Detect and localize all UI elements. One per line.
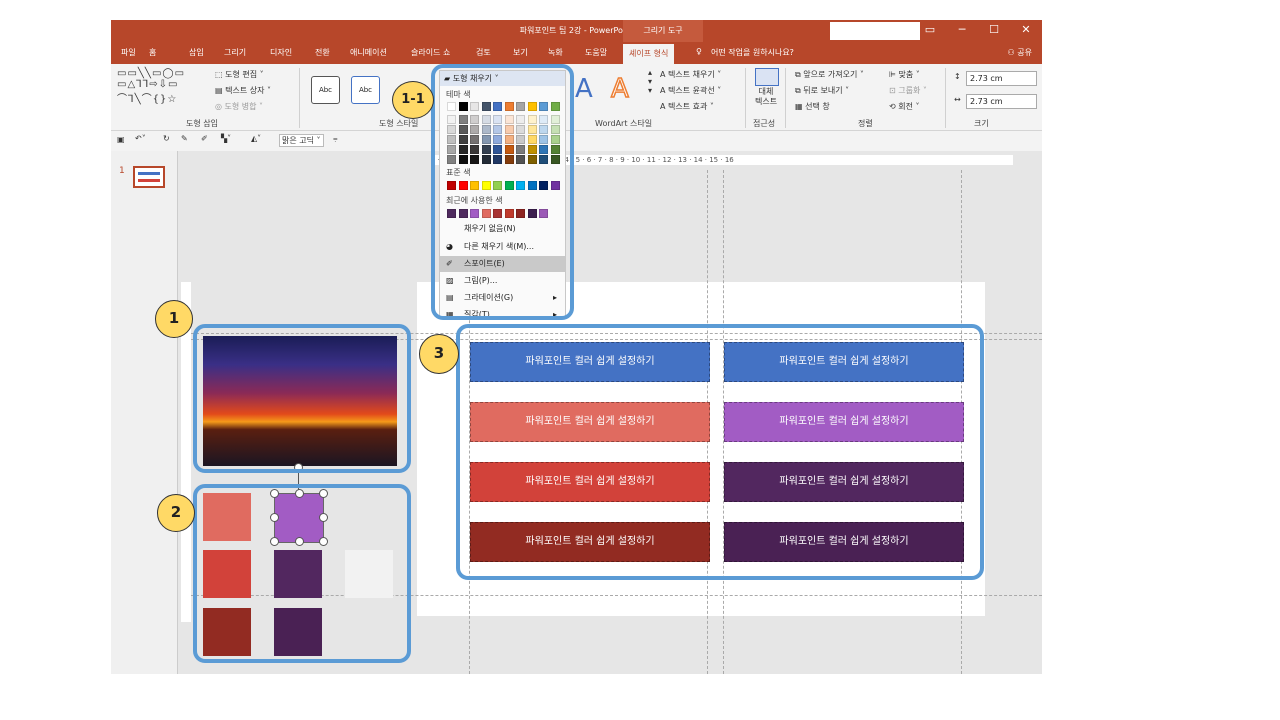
- person-icon: ⚇: [1007, 48, 1018, 57]
- tab-insert[interactable]: 삽입: [189, 47, 204, 58]
- tab-transitions[interactable]: 전환: [315, 47, 330, 58]
- fill-qat-icon[interactable]: ◭˅: [251, 134, 261, 143]
- alt-text-icon: [755, 68, 779, 86]
- share-button[interactable]: ⚇ 공유: [1008, 47, 1032, 58]
- callout-badge-2: 2: [157, 494, 195, 532]
- slide-thumbnail[interactable]: [133, 166, 165, 188]
- format-painter-icon[interactable]: ✎: [181, 134, 188, 143]
- tell-me-search[interactable]: 어떤 작업을 원하시나요?: [711, 47, 794, 58]
- alt-text-button[interactable]: 대체 텍스트: [755, 87, 777, 107]
- window-controls: ▭ ─ ☐ ✕: [914, 20, 1042, 42]
- maximize-icon[interactable]: ☐: [978, 20, 1010, 42]
- callout-badge-3: 3: [419, 334, 459, 374]
- height-icon: ↕: [954, 72, 961, 81]
- shapes-gallery[interactable]: ▭▭╲╲▭◯▭ ▭△⅂⅂⇨⇩▭ ⌒⅂╲⌒{}☆: [117, 68, 185, 105]
- text-fill-button[interactable]: A 텍스트 채우기 ˅: [660, 69, 721, 80]
- slide-number: 1: [119, 166, 125, 176]
- text-fill-icon: A: [660, 70, 669, 79]
- height-field[interactable]: 2.73 cm: [966, 71, 1037, 86]
- selection-pane-icon: ▦: [795, 102, 806, 111]
- ribbon-separator: [745, 68, 746, 128]
- callout-badge-1: 1: [155, 300, 193, 338]
- tab-design[interactable]: 디자인: [270, 47, 292, 58]
- group-label-accessibility: 접근성: [753, 119, 776, 128]
- text-box-icon: ▤: [215, 86, 226, 95]
- align-icon: ⊫: [889, 70, 899, 79]
- rotate-icon: ⟲: [889, 102, 899, 111]
- account-area[interactable]: [830, 22, 920, 40]
- group-label-shape-styles: 도형 스타일: [379, 119, 419, 128]
- tab-draw[interactable]: 그리기: [224, 47, 246, 58]
- width-field[interactable]: 2.73 cm: [966, 94, 1037, 109]
- group-button[interactable]: ⊡ 그룹화 ˅: [889, 85, 927, 96]
- shapes-qat-icon[interactable]: ▚˅: [221, 134, 231, 143]
- edit-shape-button[interactable]: ⬚ 도형 편집 ˅: [215, 69, 264, 80]
- tab-view[interactable]: 보기: [513, 47, 528, 58]
- tab-slideshow[interactable]: 슬라이드 쇼: [411, 47, 450, 58]
- text-effects-icon: A: [660, 102, 669, 111]
- ribbon-tabs: 파일 홈 삽입 그리기 디자인 전환 애니메이션 슬라이드 쇼 검토 보기 녹화…: [111, 42, 1042, 64]
- font-select[interactable]: 맑은 고딕 ˅: [279, 134, 324, 147]
- align-button[interactable]: ⊫ 맞춤 ˅: [889, 69, 920, 80]
- group-icon: ⊡: [889, 86, 899, 95]
- group-label-size: 크기: [974, 119, 989, 128]
- thumbnail-pane: [111, 151, 178, 674]
- rotate-button[interactable]: ⟲ 회전 ˅: [889, 101, 920, 112]
- merge-shapes-icon: ◎: [215, 102, 225, 111]
- minimize-icon[interactable]: ─: [946, 20, 978, 42]
- eyedropper-qat-icon[interactable]: ✐: [201, 134, 208, 143]
- bring-forward-button[interactable]: ⧉ 앞으로 가져오기 ˅: [795, 69, 864, 80]
- tab-home[interactable]: 홈: [149, 47, 156, 58]
- ribbon-separator: [785, 68, 786, 128]
- tab-help[interactable]: 도움말: [585, 47, 607, 58]
- callout-badge-1-1: 1-1: [392, 81, 434, 119]
- tab-record[interactable]: 녹화: [548, 47, 563, 58]
- tab-file[interactable]: 파일: [121, 47, 136, 58]
- ribbon-separator: [299, 68, 300, 128]
- shape-style-2[interactable]: Abc: [351, 76, 380, 104]
- callout-box-3: [456, 324, 984, 580]
- ribbon-display-icon[interactable]: ▭: [914, 20, 946, 42]
- width-icon: ↔: [954, 95, 961, 104]
- tab-animations[interactable]: 애니메이션: [350, 47, 387, 58]
- wordart-style-blue[interactable]: A: [575, 74, 593, 104]
- lightbulb-icon: ♀: [696, 47, 702, 56]
- ribbon-separator: [945, 68, 946, 128]
- customize-qat-icon[interactable]: ⩦: [333, 134, 338, 144]
- selection-pane-button[interactable]: ▦ 선택 창: [795, 101, 830, 112]
- close-icon[interactable]: ✕: [1010, 20, 1042, 42]
- context-tab-group: 그리기 도구: [623, 20, 703, 42]
- quick-access-toolbar: ▣ ↶˅ ↻ ✎ ✐ ▚˅ ◭˅ 맑은 고딕 ˅ ⩦: [111, 131, 1042, 151]
- text-box-button[interactable]: ▤ 텍스트 상자 ˅: [215, 85, 271, 96]
- edit-shape-icon: ⬚: [215, 70, 226, 79]
- text-effects-button[interactable]: A 텍스트 효과 ˅: [660, 101, 714, 112]
- tab-shape-format[interactable]: 셰이프 형식: [623, 44, 675, 64]
- callout-box-1-1: [431, 64, 574, 320]
- group-label-insert-shapes: 도형 삽입: [186, 119, 218, 128]
- undo-icon[interactable]: ↶˅: [135, 134, 146, 143]
- tab-review[interactable]: 검토: [476, 47, 491, 58]
- callout-box-2: [193, 484, 411, 663]
- wordart-style-orange[interactable]: A: [610, 73, 629, 105]
- callout-box-1: [193, 324, 411, 473]
- redo-icon[interactable]: ↻: [163, 134, 170, 143]
- text-outline-button[interactable]: A 텍스트 윤곽선 ˅: [660, 85, 721, 96]
- shape-style-1[interactable]: Abc: [311, 76, 340, 104]
- group-label-arrange: 정렬: [858, 119, 873, 128]
- save-icon[interactable]: ▣: [117, 135, 125, 144]
- wordart-gallery-arrows[interactable]: ▴ ▾ ▾: [648, 68, 652, 95]
- ribbon: ▭▭╲╲▭◯▭ ▭△⅂⅂⇨⇩▭ ⌒⅂╲⌒{}☆ ⬚ 도형 편집 ˅ ▤ 텍스트 상자…: [111, 64, 1042, 131]
- merge-shapes-button[interactable]: ◎ 도형 병합 ˅: [215, 101, 263, 112]
- group-label-wordart: WordArt 스타일: [595, 119, 653, 128]
- send-backward-button[interactable]: ⧉ 뒤로 보내기 ˅: [795, 85, 849, 96]
- text-outline-icon: A: [660, 86, 669, 95]
